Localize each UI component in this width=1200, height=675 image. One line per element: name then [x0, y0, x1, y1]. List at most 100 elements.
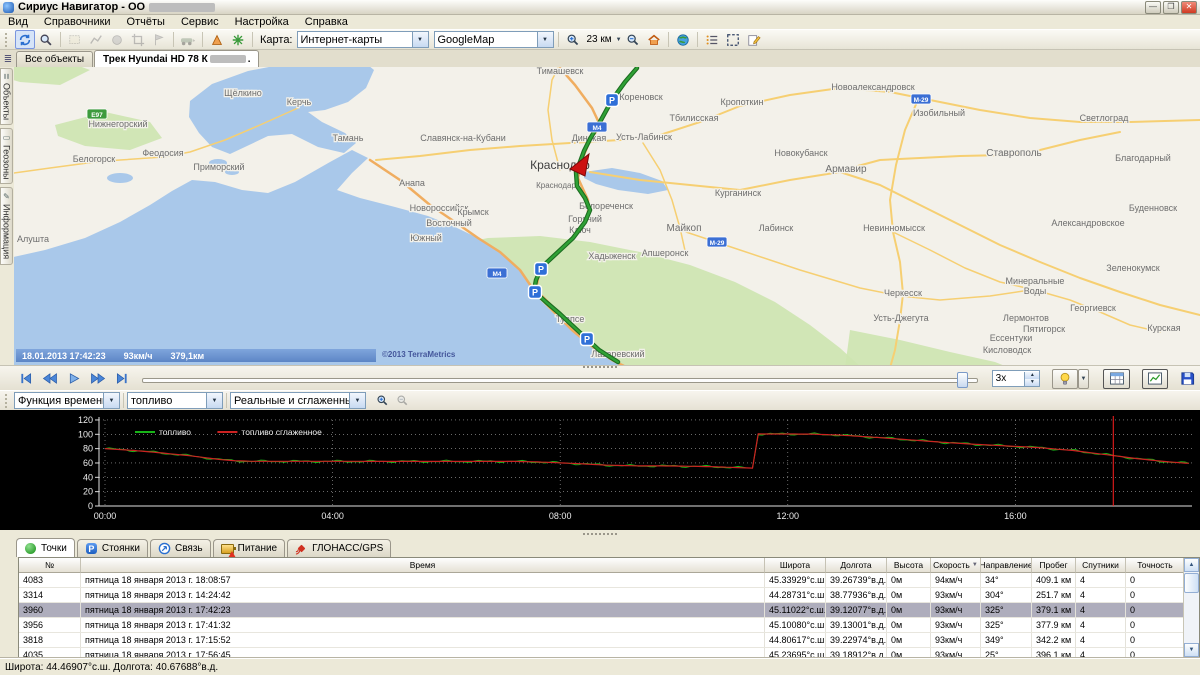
parking-marker[interactable]: P: [535, 263, 548, 276]
menu-service[interactable]: Сервис: [173, 16, 227, 28]
close-button[interactable]: ✕: [1181, 1, 1197, 14]
home-icon[interactable]: [644, 30, 664, 49]
skip-end-button[interactable]: [110, 370, 134, 388]
gps-fix-icon[interactable]: [228, 30, 248, 49]
minimize-button[interactable]: —: [1145, 1, 1161, 14]
lamp-button[interactable]: [1052, 369, 1077, 389]
save-button[interactable]: [1176, 370, 1200, 388]
globe-icon[interactable]: [673, 30, 693, 49]
tab-track[interactable]: Трек Hyundai HD 78 К .: [94, 50, 259, 67]
speed-up-icon[interactable]: ▲: [1025, 372, 1039, 379]
objects-list-icon[interactable]: ≣: [0, 52, 16, 67]
speed-down-icon[interactable]: ▼: [1025, 379, 1039, 386]
table-row[interactable]: 3960пятница 18 января 2013 г. 17:42:2345…: [19, 603, 1199, 618]
map-type-combo[interactable]: Интернет-карты▼: [297, 31, 429, 48]
tab-points[interactable]: Точки: [16, 538, 75, 557]
pan-icon[interactable]: [15, 30, 35, 49]
map-label: Славянск-на-Кубани: [420, 133, 505, 143]
parking-marker[interactable]: P: [581, 333, 594, 346]
scroll-thumb[interactable]: [1184, 573, 1199, 593]
table-row[interactable]: 3818пятница 18 января 2013 г. 17:15:5244…: [19, 633, 1199, 648]
sidebar-tab-info[interactable]: ✎Информация: [0, 187, 13, 264]
table-scrollbar[interactable]: ▲ ▼: [1183, 558, 1199, 657]
slider-track[interactable]: [142, 378, 978, 383]
fuel-chart[interactable]: 02040608010012000:0004:0008:0012:0016:00…: [0, 410, 1200, 530]
column-header[interactable]: Спутники: [1076, 558, 1126, 573]
tab-glonass-gps[interactable]: ГЛОНАСС/GPS: [287, 539, 391, 557]
splitter-handle-top[interactable]: [583, 366, 617, 368]
menu-directories[interactable]: Справочники: [36, 16, 119, 28]
column-header[interactable]: Скорость▼: [931, 558, 981, 573]
chart-parameter-combo[interactable]: топливо▼: [127, 392, 223, 409]
vehicle-icon[interactable]: [178, 30, 198, 49]
speed-spinner[interactable]: 3x ▲▼: [992, 370, 1041, 387]
overlay-speed: 93км/ч: [124, 351, 153, 361]
skip-start-button[interactable]: [14, 370, 38, 388]
redacted-tab-text: [210, 55, 246, 63]
crop-icon[interactable]: [128, 30, 148, 49]
zoom-in-icon[interactable]: [563, 30, 583, 49]
play-button[interactable]: [62, 370, 86, 388]
list-icon[interactable]: [702, 30, 722, 49]
stop-icon[interactable]: [107, 30, 127, 49]
column-header[interactable]: Время: [81, 558, 765, 573]
slider-handle[interactable]: [957, 372, 968, 388]
map-provider-combo[interactable]: GoogleMap▼: [434, 31, 554, 48]
menu-help[interactable]: Справка: [297, 16, 356, 28]
zoom-tool-icon[interactable]: [36, 30, 56, 49]
sidebar-tab-objects[interactable]: ≣Объекты: [0, 68, 13, 125]
frame-select-icon[interactable]: [723, 30, 743, 49]
scroll-down-icon[interactable]: ▼: [1184, 643, 1199, 657]
map-view[interactable]: ТимашевскКореновскКропоткинНовоалександр…: [14, 67, 1200, 365]
edit-icon[interactable]: [744, 30, 764, 49]
chart-function-combo[interactable]: Функция времени▼: [14, 392, 120, 409]
x-tick-label: 00:00: [94, 511, 117, 521]
flag-icon[interactable]: [149, 30, 169, 49]
show-table-button[interactable]: [1103, 369, 1129, 389]
cone-icon[interactable]: [207, 30, 227, 49]
timeline-slider[interactable]: [142, 370, 978, 388]
table-row[interactable]: 3956пятница 18 января 2013 г. 17:41:3245…: [19, 618, 1199, 633]
track-icon[interactable]: [86, 30, 106, 49]
table-cell: 34°: [981, 573, 1032, 587]
y-tick-label: 80: [83, 444, 93, 454]
chart-mode-combo[interactable]: Реальные и сглаженные значени▼: [230, 392, 366, 409]
column-header[interactable]: №: [19, 558, 81, 573]
chart-zoom-in-icon[interactable]: [372, 391, 392, 410]
panel-splitter[interactable]: [0, 530, 1200, 538]
tab-connection[interactable]: Связь: [150, 539, 211, 557]
select-area-icon[interactable]: [65, 30, 85, 49]
scale-caret-icon[interactable]: ▼: [616, 37, 622, 43]
chartbar-grip[interactable]: [5, 394, 11, 408]
chart-zoom-out-icon[interactable]: [392, 391, 412, 410]
column-header[interactable]: Широта: [765, 558, 826, 573]
map-canvas[interactable]: ТимашевскКореновскКропоткинНовоалександр…: [14, 67, 1200, 365]
parking-marker[interactable]: P: [606, 94, 619, 107]
menu-settings[interactable]: Настройка: [227, 16, 297, 28]
table-cell: пятница 18 января 2013 г. 17:41:32: [81, 618, 765, 632]
rewind-button[interactable]: [38, 370, 62, 388]
legend-label: топливо: [159, 427, 191, 437]
menu-view[interactable]: Вид: [0, 16, 36, 28]
tab-parkings[interactable]: P Стоянки: [77, 539, 148, 557]
tab-all-objects[interactable]: Все объекты: [16, 51, 93, 67]
column-header[interactable]: Долгота: [826, 558, 887, 573]
maximize-button[interactable]: ❐: [1163, 1, 1179, 14]
table-row[interactable]: 4083пятница 18 января 2013 г. 18:08:5745…: [19, 573, 1199, 588]
sidebar-tab-geozones[interactable]: ▭Геозоны: [0, 128, 13, 185]
tab-power[interactable]: Питание: [213, 539, 285, 557]
scroll-up-icon[interactable]: ▲: [1184, 558, 1199, 572]
column-header[interactable]: Пробег: [1032, 558, 1076, 573]
fast-forward-button[interactable]: [86, 370, 110, 388]
zoom-out-icon[interactable]: [623, 30, 643, 49]
show-chart-button[interactable]: [1142, 369, 1168, 389]
menu-reports[interactable]: Отчёты: [119, 16, 173, 28]
parking-marker[interactable]: P: [529, 286, 542, 299]
column-header[interactable]: Точность: [1126, 558, 1185, 573]
map-label: Восточный: [426, 218, 472, 228]
toolbar-grip[interactable]: [5, 33, 11, 47]
table-row[interactable]: 3314пятница 18 января 2013 г. 14:24:4244…: [19, 588, 1199, 603]
column-header[interactable]: Направление: [981, 558, 1032, 573]
lamp-dropdown[interactable]: ▼: [1078, 369, 1090, 389]
column-header[interactable]: Высота: [887, 558, 931, 573]
